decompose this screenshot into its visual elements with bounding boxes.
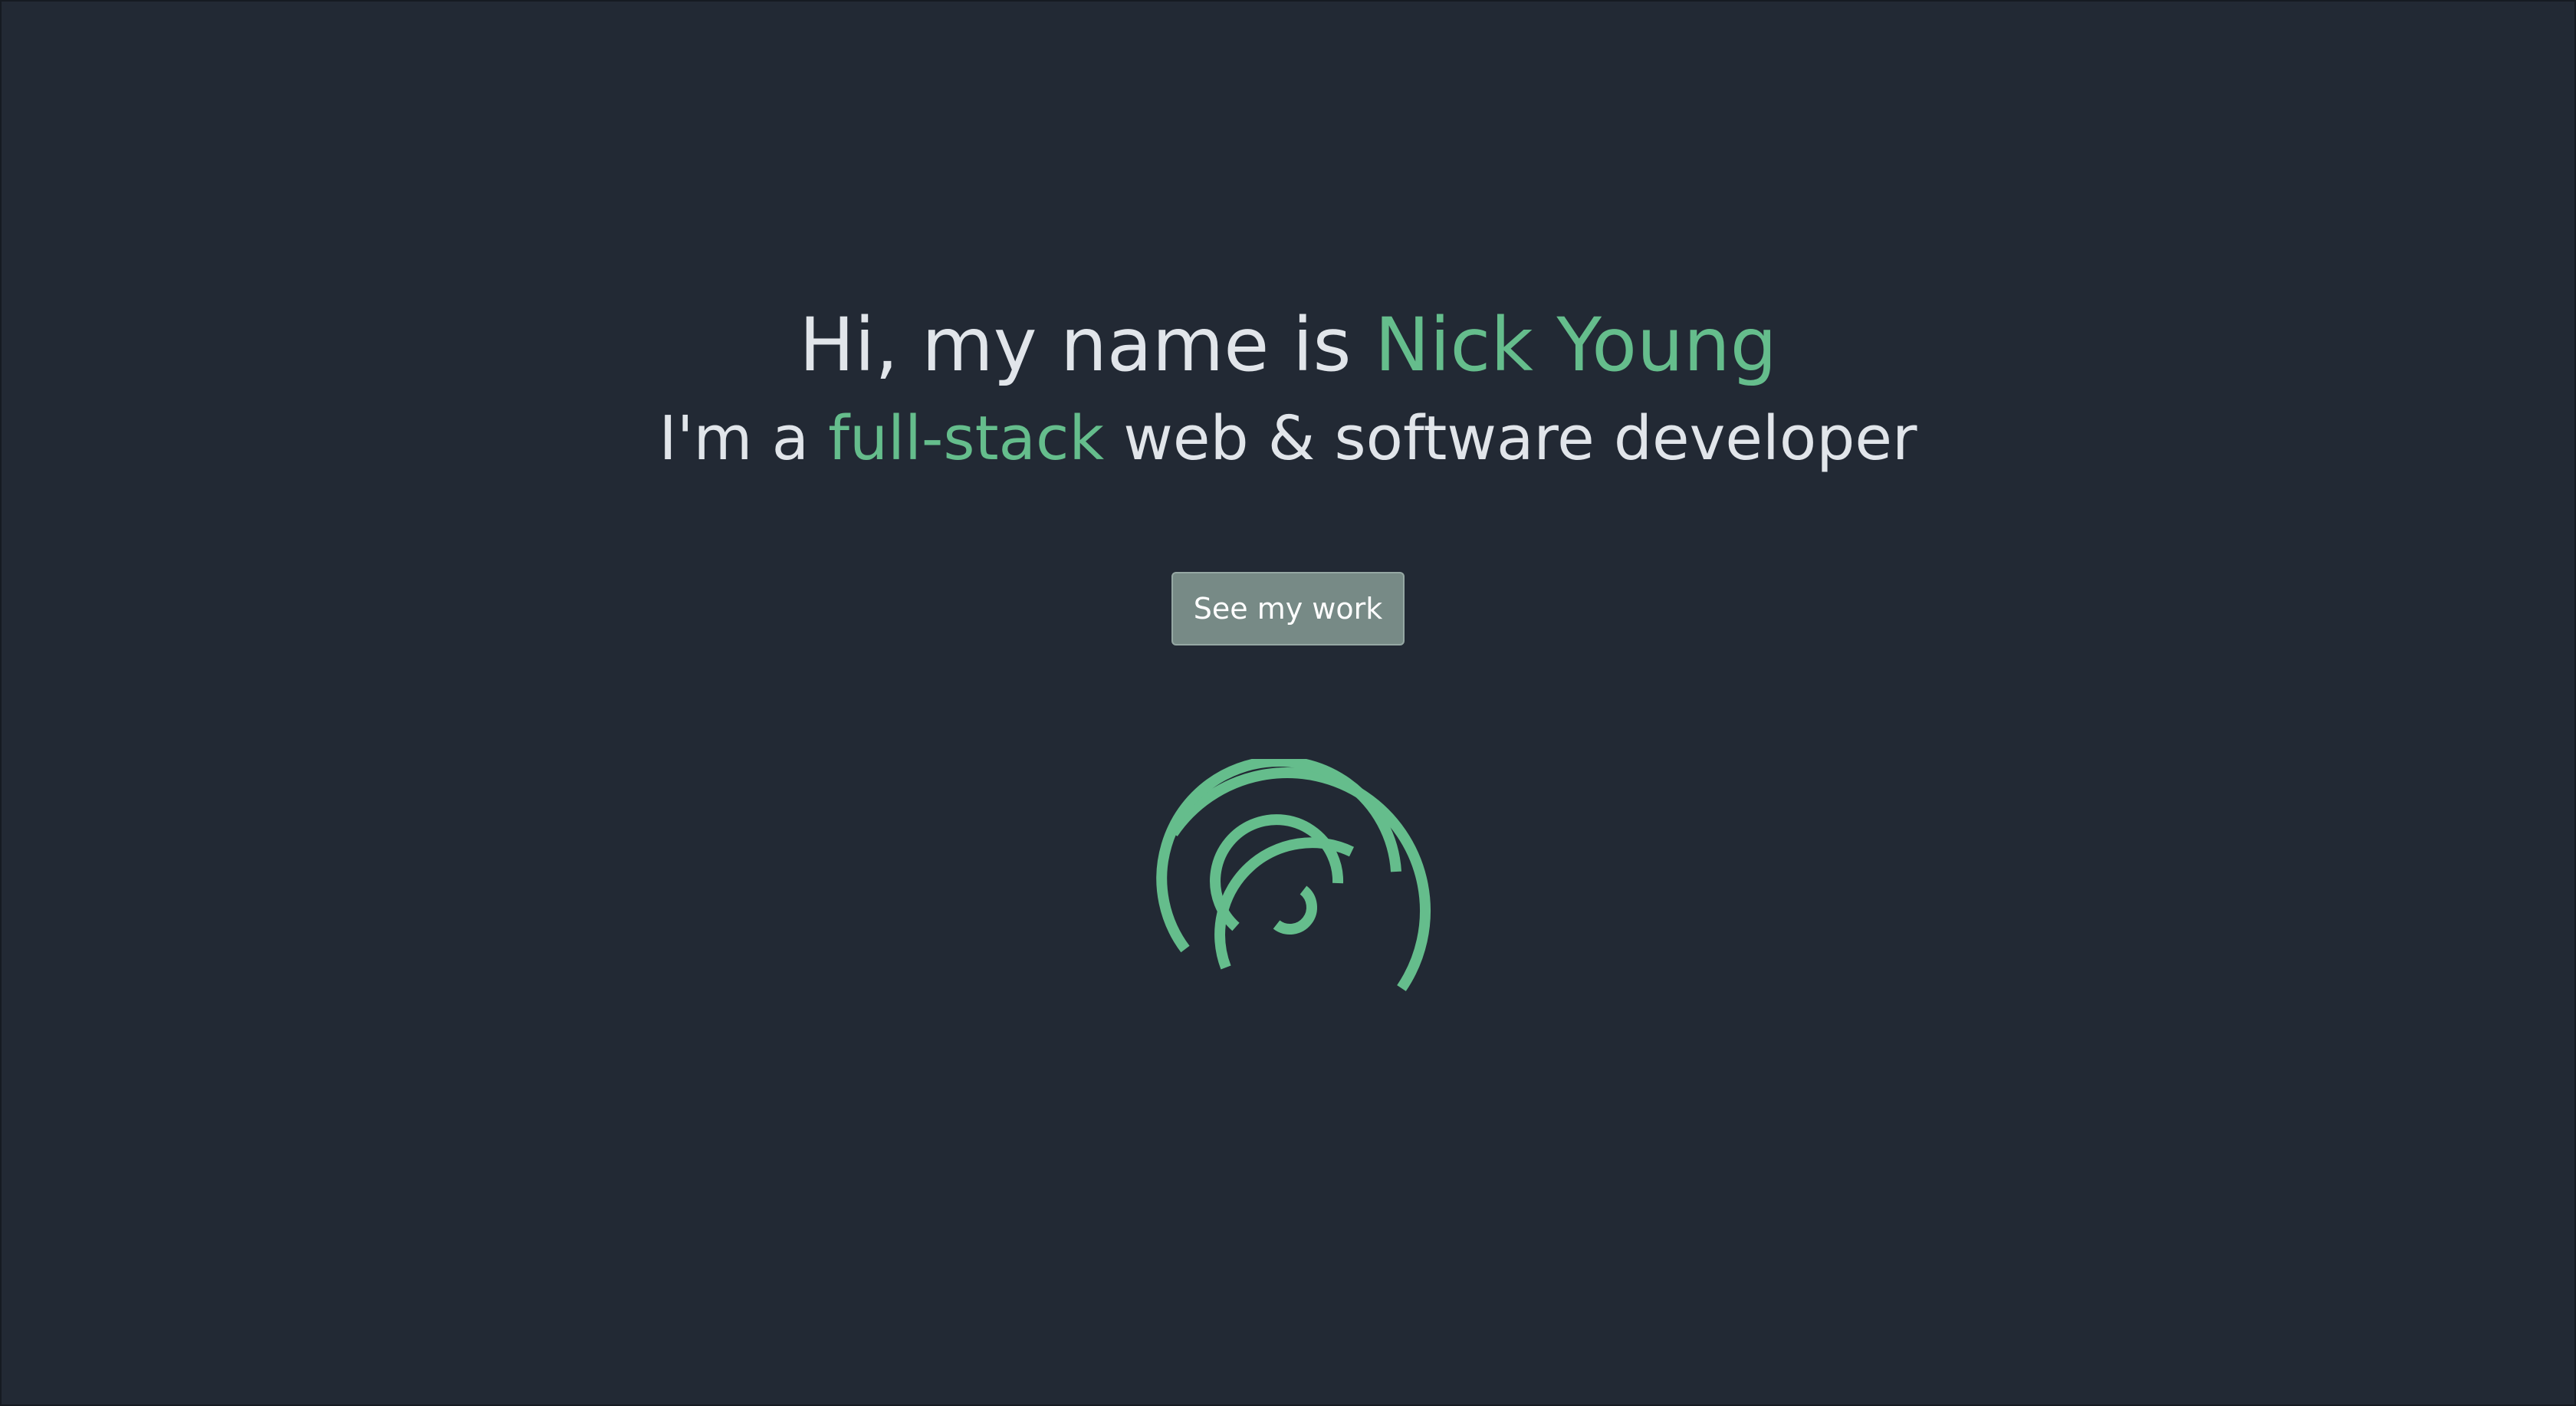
page-frame [0,0,2576,1406]
spinner-arc-4 [1210,814,1344,931]
hero-role: I'm a full-stack web & software develope… [0,397,2576,480]
spinner-arc-2 [1156,759,1401,953]
greeting-prefix: Hi, my name is [799,302,1375,388]
hero-greeting: Hi, my name is Nick Young [0,299,2576,391]
see-my-work-button[interactable]: See my work [1171,572,1405,646]
role-prefix: I'm a [659,403,829,474]
role-suffix: web & software developer [1104,403,1917,474]
concentric-arc-spinner-icon [1156,759,1431,991]
developer-name: Nick Young [1375,302,1777,388]
spinner-arc-inner [1273,885,1317,935]
role-highlight: full-stack [828,403,1105,474]
